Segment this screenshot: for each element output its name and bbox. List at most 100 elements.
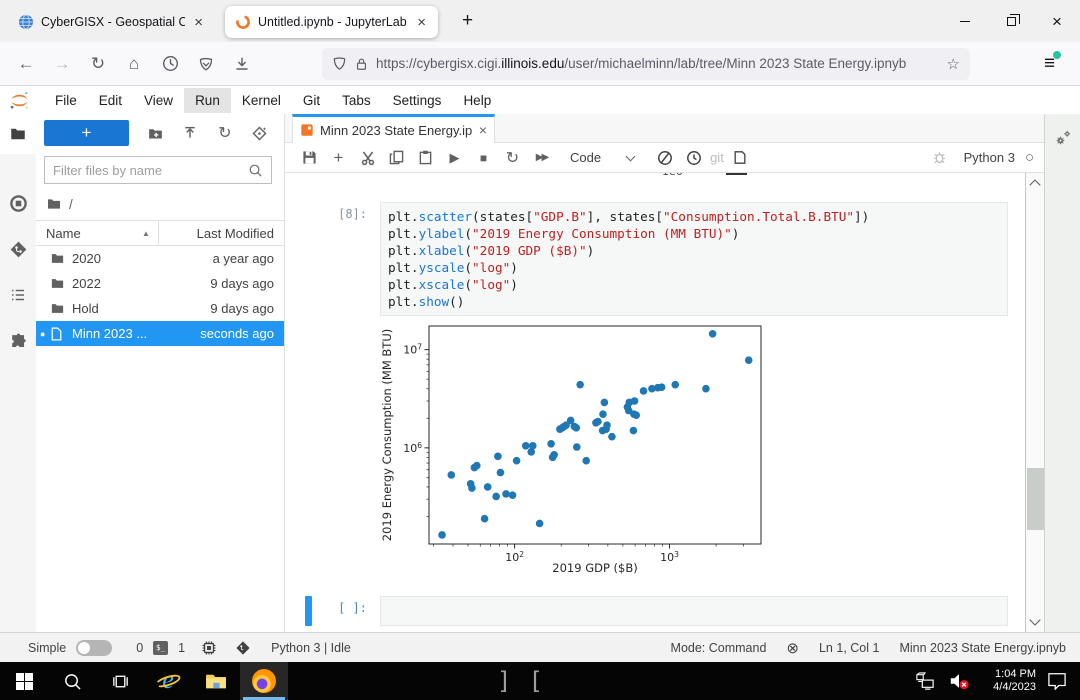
volume-button[interactable] <box>946 668 972 694</box>
menu-settings[interactable]: Settings <box>382 88 453 113</box>
bookmark-star-icon[interactable]: ☆ <box>947 55 960 73</box>
notebook-main: Minn 2023 State Energy.ipny × + ▶ ■ ↻ ▶▶ <box>285 114 1044 632</box>
git-clone-button[interactable] <box>243 120 276 146</box>
reload-button[interactable]: ↻ <box>82 49 114 79</box>
windows-logo-icon <box>16 673 33 690</box>
kernel-name[interactable]: Python 3 <box>964 150 1015 165</box>
minimize-button[interactable] <box>942 0 988 42</box>
tab-close-icon[interactable]: × <box>192 15 205 30</box>
network-button[interactable] <box>912 668 938 694</box>
git-history-button[interactable] <box>679 145 708 171</box>
cell-editor[interactable]: plt.scatter(states["GDP.B"], states["Con… <box>380 202 1008 316</box>
restart-kernel-button[interactable]: ↻ <box>498 145 527 171</box>
add-cell-button[interactable]: + <box>324 145 353 171</box>
upload-button[interactable] <box>174 120 207 146</box>
action-center-button[interactable] <box>1044 668 1070 694</box>
cell-output: 1021031061072019 GDP ($B)2019 Energy Con… <box>380 322 772 580</box>
internet-explorer-button[interactable]: e <box>144 662 192 700</box>
active-cell-indicator[interactable] <box>305 596 312 626</box>
cut-cell-button[interactable] <box>353 145 382 171</box>
lock-icon <box>355 57 368 71</box>
toolbar-right: Python 3 ○ <box>925 145 1034 171</box>
browser-tab-cybergisx[interactable]: CyberGISX - Geospatial Commu × <box>8 6 215 38</box>
notebook-diff-button[interactable] <box>726 145 755 171</box>
kernels-count[interactable]: 1 <box>178 641 185 655</box>
scrollbar-thumb[interactable] <box>1027 468 1044 530</box>
interrupt-kernel-button[interactable]: ■ <box>469 145 498 171</box>
scroll-down-icon[interactable] <box>1029 614 1040 625</box>
file-explorer-button[interactable] <box>192 662 240 700</box>
taskbar-brackets-icon: ][ <box>497 662 543 700</box>
run-cell-button[interactable]: ▶ <box>440 145 469 171</box>
cell-editor[interactable] <box>380 596 1008 626</box>
menu-help[interactable]: Help <box>452 88 502 113</box>
taskbar-search-button[interactable] <box>48 662 96 700</box>
cell-type-dropdown[interactable]: Code <box>570 150 634 165</box>
start-button[interactable] <box>0 662 48 700</box>
run-all-icon: ▶▶ <box>536 152 547 163</box>
notebook-file-icon <box>300 123 314 137</box>
pocket-button[interactable] <box>190 49 222 79</box>
menu-kernel[interactable]: Kernel <box>231 88 292 113</box>
app-menu-button[interactable]: ≡ <box>1038 51 1061 77</box>
sidebar-tab-filebrowser[interactable] <box>0 114 36 154</box>
save-button[interactable] <box>295 145 324 171</box>
filter-files-input[interactable] <box>53 163 248 178</box>
home-button[interactable]: ⌂ <box>118 49 150 79</box>
debugger-button[interactable] <box>925 145 954 171</box>
run-icon: ▶ <box>450 150 460 166</box>
forward-button[interactable]: → <box>46 49 78 79</box>
sidebar-tab-extensions[interactable] <box>0 318 36 364</box>
new-folder-button[interactable] <box>139 120 172 146</box>
column-last-modified[interactable]: Last Modified <box>167 226 274 241</box>
breadcrumb[interactable]: / <box>36 184 284 220</box>
restart-run-all-button[interactable]: ▶▶ <box>527 145 556 171</box>
cursor-position[interactable]: Ln 1, Col 1 <box>819 641 879 655</box>
property-inspector-tab[interactable] <box>1052 128 1074 148</box>
new-tab-button[interactable]: + <box>454 10 481 32</box>
browser-tab-jupyterlab[interactable]: Untitled.ipynb - JupyterLab × <box>225 6 438 38</box>
close-button[interactable]: × <box>1034 0 1080 42</box>
menu-edit[interactable]: Edit <box>88 88 133 113</box>
paste-cell-button[interactable] <box>411 145 440 171</box>
notebook-scrollbar[interactable] <box>1025 173 1044 632</box>
sidebar-tab-running[interactable] <box>0 180 36 226</box>
task-view-button[interactable] <box>96 662 144 700</box>
refresh-button[interactable]: ↻ <box>208 120 241 146</box>
downloads-button[interactable] <box>226 49 258 79</box>
menu-git[interactable]: Git <box>292 88 331 113</box>
menu-file[interactable]: File <box>44 88 88 113</box>
tab-close-icon[interactable]: × <box>479 122 487 138</box>
history-button[interactable] <box>154 49 186 79</box>
git-diff-button[interactable] <box>650 145 679 171</box>
new-launcher-button[interactable]: + <box>44 120 129 146</box>
menu-view[interactable]: View <box>133 88 184 113</box>
copy-cell-button[interactable] <box>382 145 411 171</box>
column-name[interactable]: Name <box>46 226 142 241</box>
notebook-tab[interactable]: Minn 2023 State Energy.ipny × <box>292 114 495 143</box>
file-row-hold[interactable]: ● Hold 9 days ago <box>36 296 284 321</box>
mode-indicator[interactable]: Mode: Command <box>671 641 767 655</box>
kernel-status-text[interactable]: Python 3 | Idle <box>271 641 351 655</box>
sidebar-tab-git[interactable] <box>0 226 36 272</box>
file-browser-toolbar: + ↻ <box>36 114 284 150</box>
scroll-up-icon[interactable] <box>1029 179 1040 190</box>
terminals-count[interactable]: 0 <box>136 641 143 655</box>
simple-mode-toggle[interactable] <box>76 640 112 656</box>
sidebar-tab-toc[interactable] <box>0 272 36 318</box>
file-row-2020[interactable]: ● 2020 a year ago <box>36 246 284 271</box>
restore-button[interactable] <box>988 0 1034 42</box>
tab-close-icon[interactable]: × <box>415 15 428 30</box>
url-bar[interactable]: https://cybergisx.cigi.illinois.edu/user… <box>322 48 970 80</box>
svg-text:107: 107 <box>403 343 422 357</box>
back-button[interactable]: ← <box>10 49 42 79</box>
firefox-button[interactable] <box>240 662 288 700</box>
git-status-icon[interactable] <box>235 640 251 656</box>
file-row-2022[interactable]: ● 2022 9 days ago <box>36 271 284 296</box>
menu-run[interactable]: Run <box>184 88 231 113</box>
file-row-minn-2023-[interactable]: ● Minn 2023 ... seconds ago <box>36 321 284 346</box>
kernel-status-icon[interactable]: ○ <box>1025 149 1034 166</box>
code-cell: [8]: plt.scatter(states["GDP.B"], states… <box>285 202 1008 316</box>
taskbar-clock[interactable]: 1:04 PM 4/4/2023 <box>980 668 1036 694</box>
menu-tabs[interactable]: Tabs <box>331 88 382 113</box>
